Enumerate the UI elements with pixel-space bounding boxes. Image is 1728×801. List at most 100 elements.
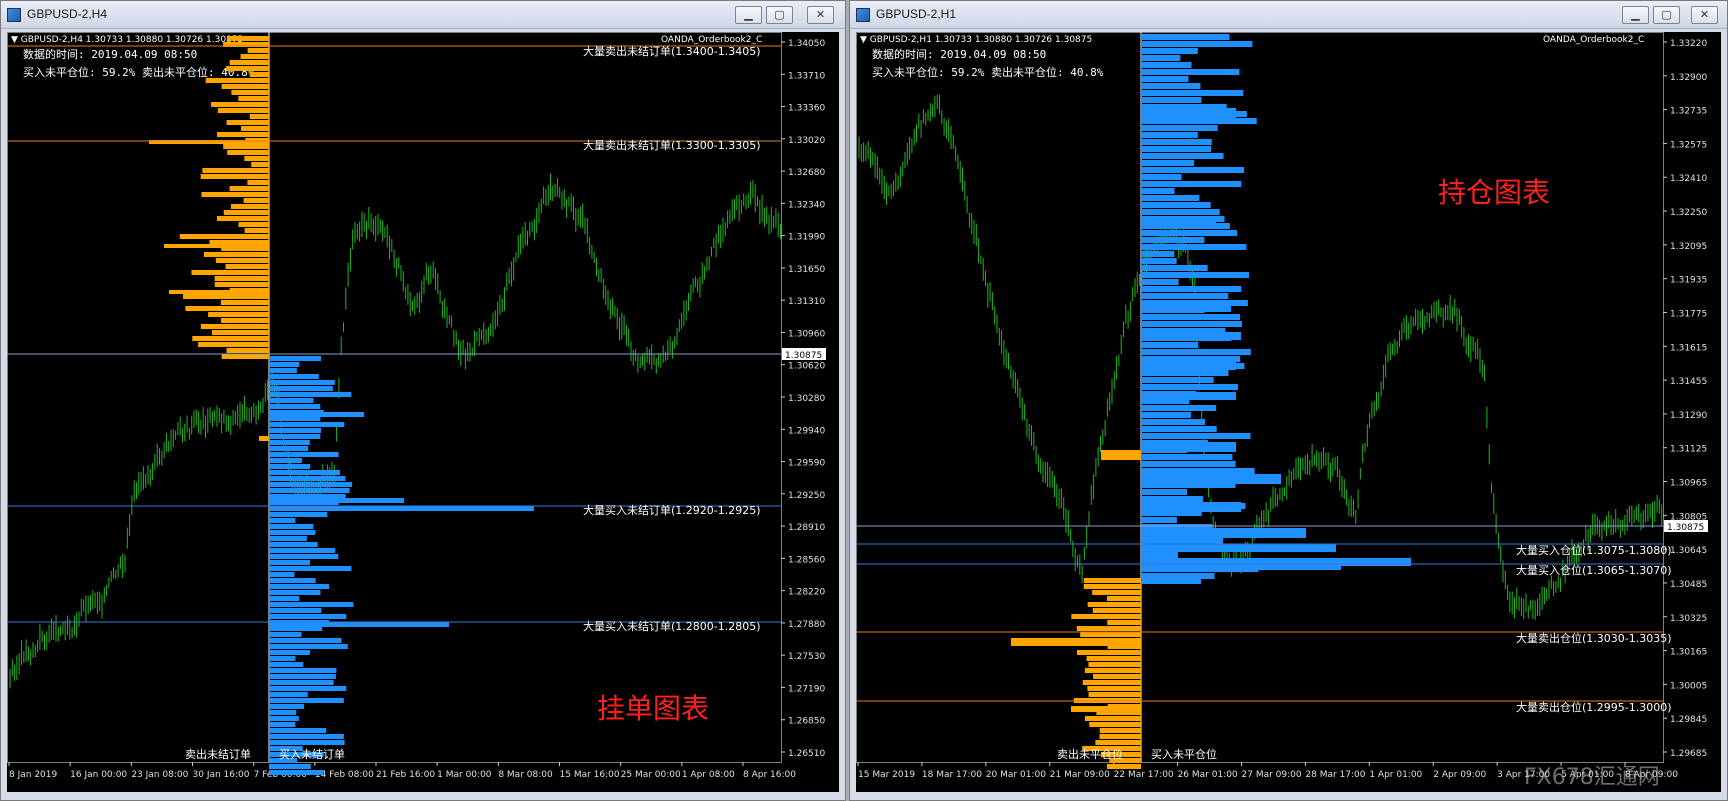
buy-bar [269,440,310,445]
sell-bar [1076,650,1141,655]
price-label: 1.32900 [1670,73,1707,83]
buy-bar [1141,286,1242,292]
buy-bar [1141,412,1191,418]
sell-bar [1088,662,1141,667]
buy-bar [1141,69,1240,75]
maximize-button[interactable]: ▢ [766,6,793,24]
buy-bar [269,422,345,427]
sell-bar [238,96,269,101]
price-label: 1.32095 [1670,242,1707,252]
buy-bar [269,412,364,417]
sell-bar [191,270,269,275]
time-label: 28 Mar 17:00 [1305,770,1365,780]
right-chart-area[interactable]: 1.33220 1.32900 1.32735 1.32575 1.32410 1.322… [856,32,1721,792]
right-title-bar[interactable]: GBPUSD-2,H1 ▁ ▢ ✕ [850,1,1727,29]
left-title-bar[interactable]: GBPUSD-2,H4 ▁ ▢ ✕ [1,1,845,29]
sell-bar [185,306,269,311]
left-window-title: GBPUSD-2,H4 [27,7,108,21]
sell-bar [231,90,269,95]
buy-bar [269,710,297,715]
sell-bar [251,162,269,167]
buy-bar [269,638,342,643]
price-label: 1.28220 [788,588,825,598]
close-button[interactable]: ✕ [1691,6,1718,24]
buy-bar [269,650,310,655]
buy-bar [1141,251,1175,257]
buy-bar [1141,468,1255,474]
buy-bar [269,374,319,379]
buy-bar [269,458,302,463]
buy-bar [1141,419,1206,425]
buy-bar [269,656,296,661]
buy-bar [269,518,296,523]
time-label: 1 Apr 08:00 [682,770,735,780]
sell-bar [179,234,269,239]
buy-bar [269,728,327,733]
sell-bar [215,258,269,263]
minimize-button[interactable]: ▁ [1622,6,1649,24]
level-label: 大量买入未结订单(1.2920-1.2925) [583,503,761,517]
price-label: 1.32680 [788,168,825,178]
right-price-chart[interactable]: 1.33220 1.32900 1.32735 1.32575 1.32410 1.322… [856,32,1721,792]
current-price-value: 1.30875 [1667,523,1704,533]
price-label: 1.31990 [788,233,825,243]
buy-bar [269,464,311,469]
buy-bar [1141,76,1189,82]
buy-bar [269,554,339,559]
price-label: 1.34050 [788,39,825,49]
price-label: 1.30325 [1670,614,1707,624]
price-label: 1.30965 [1670,479,1707,489]
price-label: 1.30165 [1670,648,1707,658]
buy-bar [1141,370,1229,376]
buy-bar [1141,90,1244,96]
buy-bar [269,404,321,409]
sell-bar [200,174,269,179]
sell-bar [1086,656,1141,661]
info-time: 数据的时间: 2019.04.09 08:50 [872,47,1046,61]
sell-bar [1011,638,1141,646]
price-label: 1.33220 [1670,39,1707,49]
chart-window-icon [7,8,21,22]
price-label: 1.28910 [788,523,825,533]
buy-bar [1141,461,1236,467]
right-chart-window[interactable]: GBPUSD-2,H1 ▁ ▢ ✕ 1.33220 1.32900 1.32735 1… [849,0,1728,801]
sell-bar [183,294,269,299]
left-price-chart[interactable]: 1.34050 1.33710 1.33360 1.33020 1.32680 1.323… [7,32,839,792]
sell-bar [226,348,269,353]
buy-bar [269,536,307,541]
price-label: 1.27190 [788,684,825,694]
close-button[interactable]: ✕ [807,6,834,24]
price-label: 1.29845 [1670,715,1707,725]
sell-bar [229,186,269,191]
buy-bar [1141,132,1198,138]
buy-bar [1141,552,1178,558]
sell-bar [202,168,269,173]
sell-bar [1101,450,1141,460]
buy-bar [269,398,314,403]
left-chart-window[interactable]: GBPUSD-2,H4 ▁ ▢ ✕ 1.34050 1.33710 1.33360 1… [0,0,846,801]
price-label: 1.30005 [1670,681,1707,691]
level-label: 大量买入未结订单(1.2800-1.2805) [583,619,761,633]
time-label: 20 Mar 01:00 [986,770,1046,780]
buy-bar [1141,314,1240,320]
buy-bar [1141,349,1251,355]
sell-bar [238,222,269,227]
minimize-button[interactable]: ▁ [735,6,762,24]
info-time: 数据的时间: 2019.04.09 08:50 [23,47,197,61]
buy-bar [269,590,321,595]
maximize-button[interactable]: ▢ [1653,6,1680,24]
buy-bar [1141,258,1177,264]
time-label: 16 Jan 00:00 [70,770,127,780]
price-label: 1.33710 [788,71,825,81]
buy-bar [269,446,309,451]
buy-bar [269,524,314,529]
buy-bar [269,392,352,397]
sell-bar [241,126,269,131]
buy-bar [1141,48,1198,54]
left-chart-area[interactable]: 1.34050 1.33710 1.33360 1.33020 1.32680 1.323… [7,32,839,792]
sell-bar [211,102,269,107]
buy-bar [1141,202,1211,208]
price-label: 1.32735 [1670,107,1707,117]
bottom-label-sell: 卖出未结订单 [185,747,251,761]
buy-bar [1141,332,1241,340]
